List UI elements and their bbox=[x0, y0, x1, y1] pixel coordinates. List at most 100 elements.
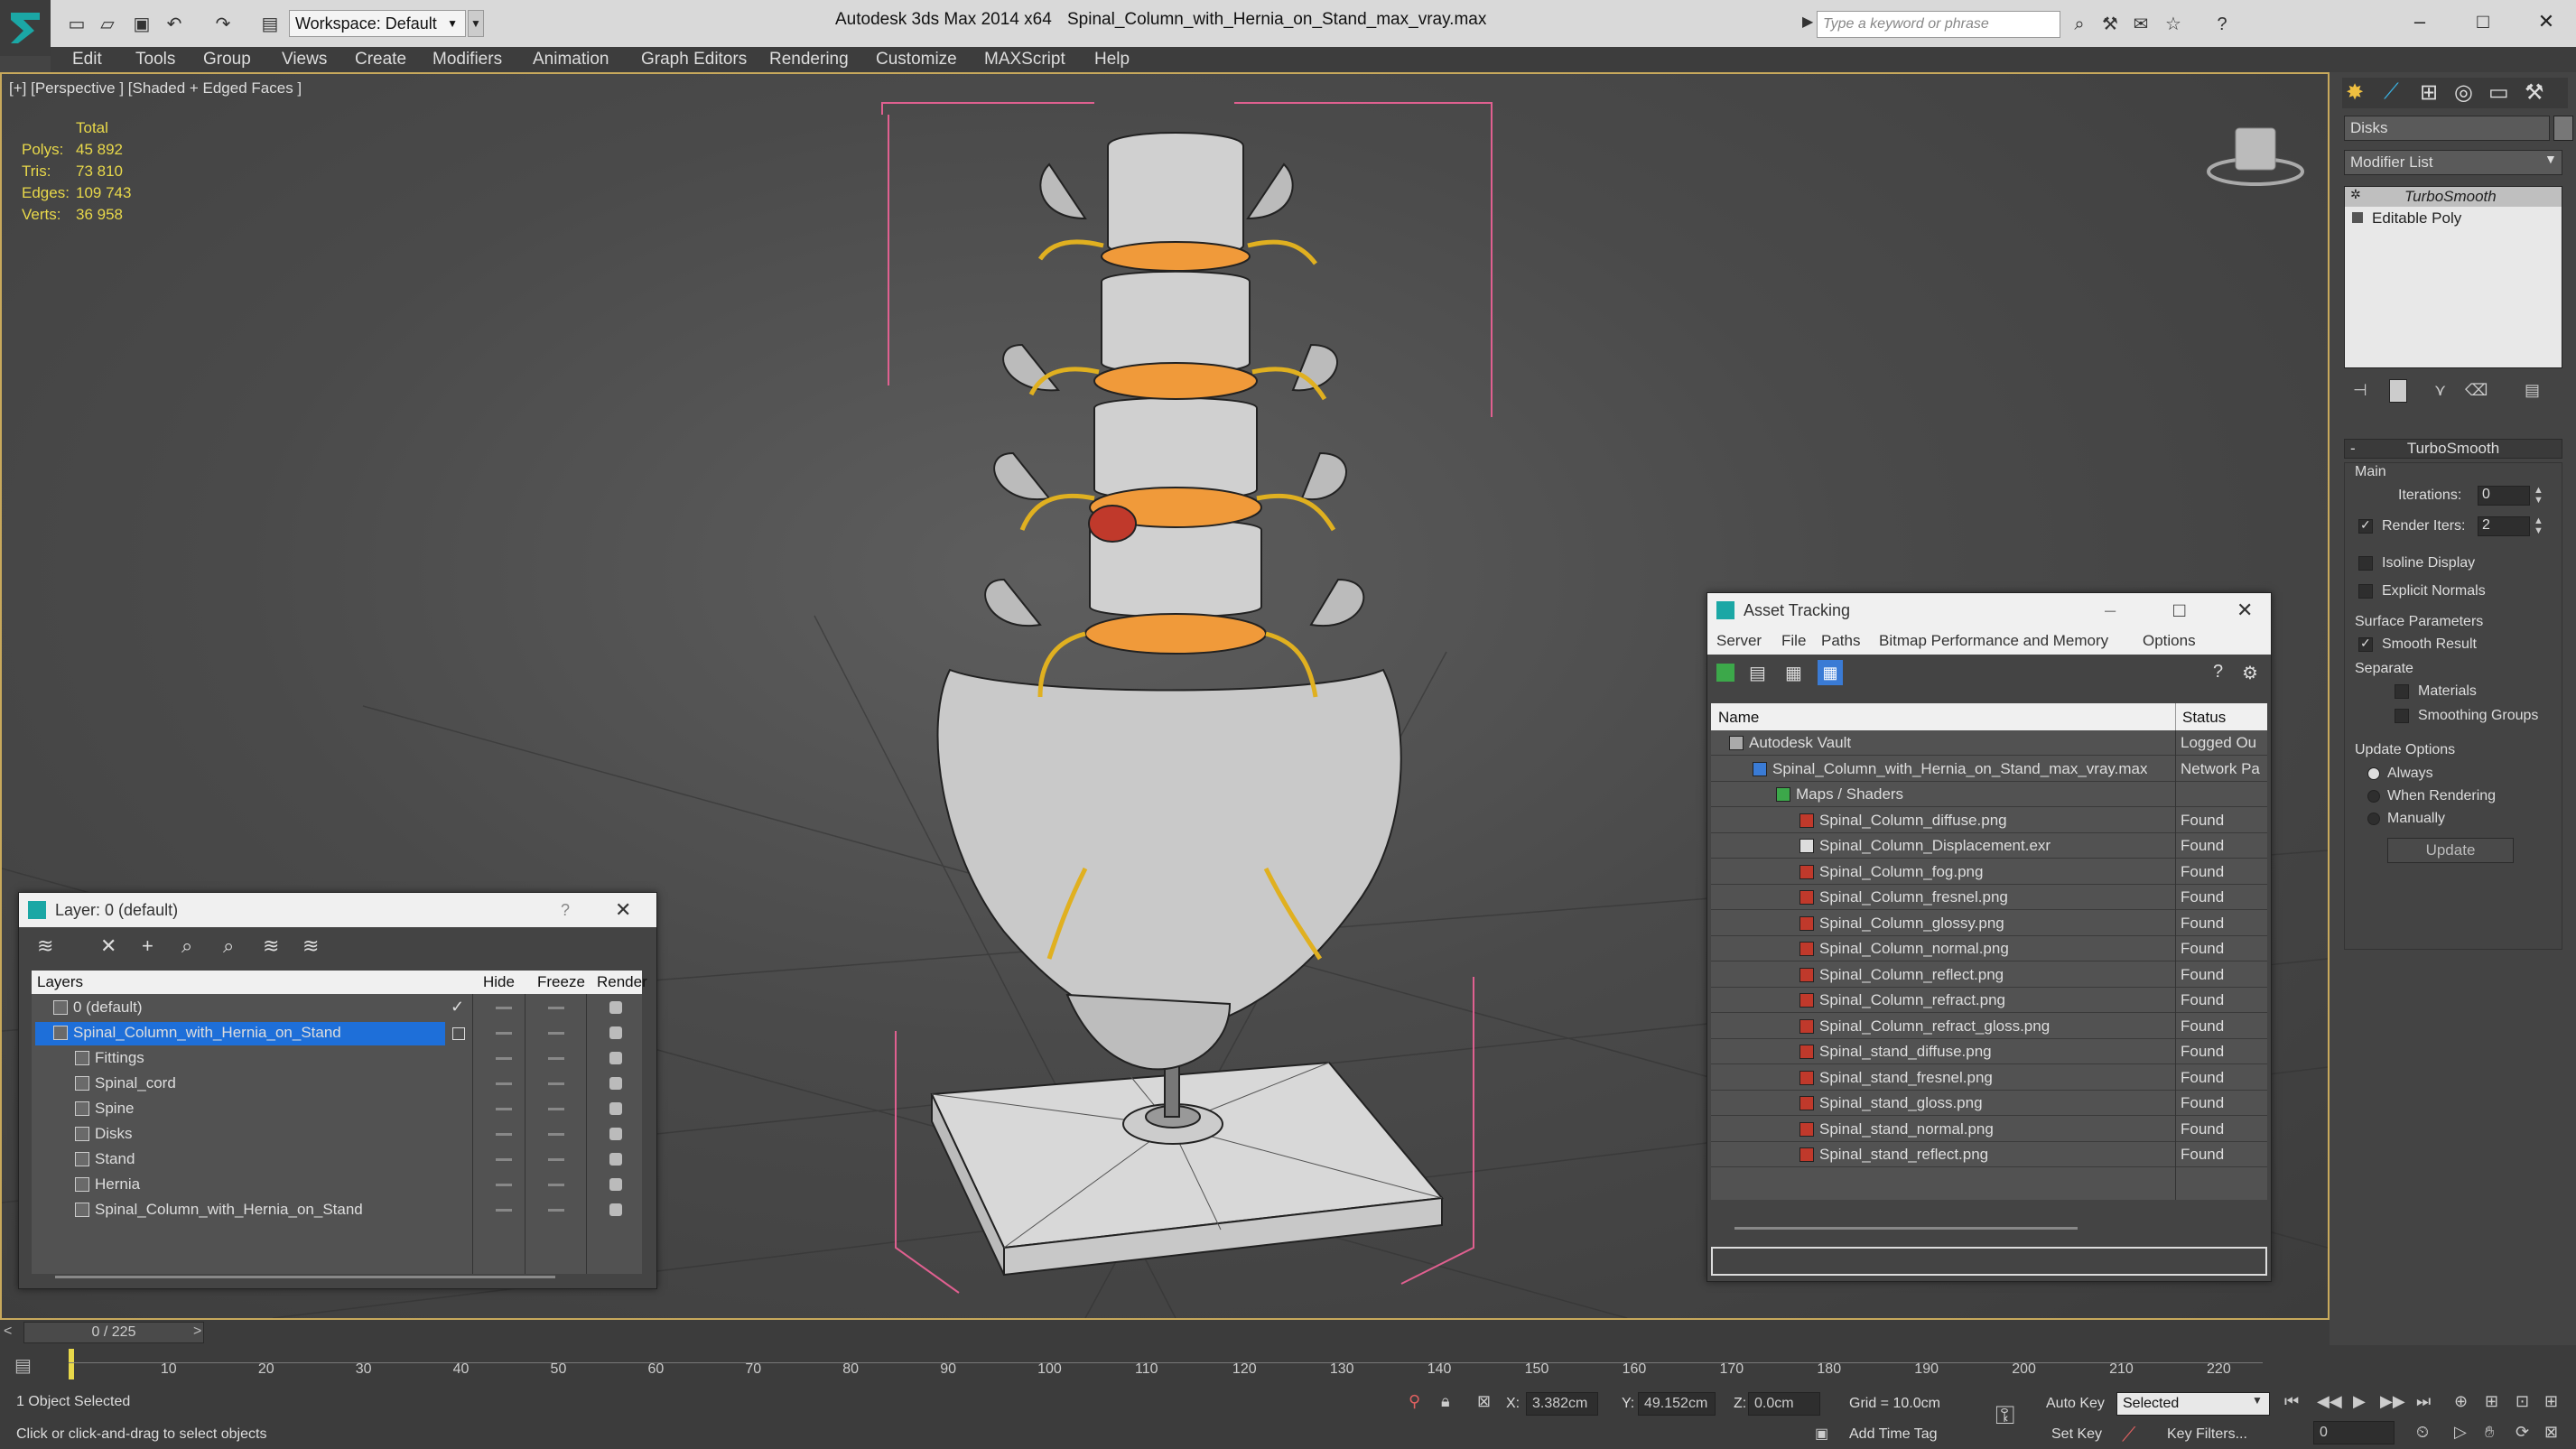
key-filters-button[interactable]: Key Filters... bbox=[2167, 1426, 2247, 1443]
absolute-mode-icon[interactable]: ⊠ bbox=[1477, 1392, 1491, 1411]
asset-path-field[interactable] bbox=[1711, 1247, 2267, 1276]
asset-row[interactable]: Spinal_Column_normal.png Found bbox=[1711, 936, 2267, 961]
next-frame-icon[interactable]: ▶▶ bbox=[2380, 1392, 2405, 1411]
hide-toggle[interactable] bbox=[496, 1209, 512, 1212]
menu-edit[interactable]: Edit bbox=[72, 47, 102, 72]
col-status[interactable]: Status bbox=[2182, 709, 2226, 727]
object-name-field[interactable]: Disks bbox=[2344, 116, 2550, 141]
layer-row[interactable]: Stand bbox=[32, 1147, 642, 1173]
asset-maximize-button[interactable]: □ bbox=[2173, 593, 2185, 627]
layer-row[interactable]: Spinal_cord bbox=[32, 1072, 642, 1097]
asset-row[interactable]: Spinal_Column_diffuse.png Found bbox=[1711, 808, 2267, 833]
field-of-view-icon[interactable]: ▷ bbox=[2454, 1423, 2467, 1442]
app-logo-icon[interactable] bbox=[0, 0, 51, 56]
asset-row[interactable]: Maps / Shaders bbox=[1711, 782, 2267, 807]
subscription-icon[interactable]: ⚒ bbox=[2098, 13, 2122, 36]
menu-create[interactable]: Create bbox=[355, 47, 406, 72]
refresh-icon[interactable] bbox=[1716, 664, 1734, 682]
asset-menu-bitmap-performance[interactable]: Bitmap Performance and Memory bbox=[1879, 632, 2108, 650]
freeze-toggle[interactable] bbox=[548, 1082, 564, 1085]
asset-help-icon[interactable]: ? bbox=[2213, 662, 2223, 683]
help-icon[interactable]: ? bbox=[2210, 13, 2234, 36]
render-toggle-icon[interactable] bbox=[609, 1203, 622, 1216]
thumbnail-view-icon[interactable]: ▦ bbox=[1785, 662, 1802, 684]
menu-maxscript[interactable]: MAXScript bbox=[984, 47, 1065, 72]
asset-row[interactable]: Spinal_Column_Displacement.exr Found bbox=[1711, 833, 2267, 859]
close-button[interactable]: ✕ bbox=[2528, 5, 2564, 38]
col-render[interactable]: Render bbox=[597, 973, 647, 991]
asset-settings-icon[interactable]: ⚙ bbox=[2242, 662, 2258, 684]
show-end-result-icon[interactable] bbox=[2389, 379, 2407, 403]
open-file-icon[interactable]: ▱ bbox=[96, 13, 119, 36]
asset-row[interactable]: Spinal_Column_refract.png Found bbox=[1711, 988, 2267, 1013]
undo-icon[interactable]: ↶ bbox=[163, 13, 186, 36]
x-coordinate-field[interactable]: 3.382cm bbox=[1526, 1392, 1598, 1416]
z-coordinate-field[interactable]: 0.0cm bbox=[1748, 1392, 1820, 1416]
maximize-viewport-icon[interactable]: ⊠ bbox=[2544, 1423, 2558, 1442]
col-layers[interactable]: Layers bbox=[37, 973, 83, 991]
go-to-end-icon[interactable]: ⏭ bbox=[2416, 1392, 2431, 1411]
project-folder-icon[interactable]: ▤ bbox=[258, 13, 282, 36]
layer-dialog-titlebar[interactable]: Layer: 0 (default) ? ✕ bbox=[19, 893, 656, 927]
zoom-extents-selected-icon[interactable]: ⊡ bbox=[2516, 1392, 2529, 1411]
make-unique-icon[interactable]: ⋎ bbox=[2434, 381, 2446, 400]
freeze-toggle[interactable] bbox=[548, 1057, 564, 1060]
smooth-result-checkbox[interactable]: ✓ bbox=[2358, 636, 2373, 652]
asset-h-scrollbar[interactable] bbox=[1734, 1227, 2078, 1230]
current-frame-field[interactable]: 0 bbox=[2313, 1421, 2395, 1444]
y-coordinate-field[interactable]: 49.152cm bbox=[1638, 1392, 1716, 1416]
manually-radio[interactable] bbox=[2367, 813, 2380, 825]
pan-icon[interactable]: ✋︎ bbox=[2485, 1423, 2494, 1442]
hide-toggle[interactable] bbox=[496, 1057, 512, 1060]
freeze-toggle[interactable] bbox=[548, 1007, 564, 1009]
asset-row[interactable]: Spinal_stand_reflect.png Found bbox=[1711, 1142, 2267, 1167]
redo-icon[interactable]: ↷ bbox=[211, 13, 235, 36]
minimize-button[interactable]: – bbox=[2402, 5, 2438, 38]
add-time-tag-button[interactable]: Add Time Tag bbox=[1849, 1426, 1938, 1443]
stack-item-editable-poly[interactable]: Editable Poly bbox=[2345, 209, 2562, 228]
search-expand-icon[interactable]: ▶ bbox=[1802, 13, 1813, 31]
menu-modifiers[interactable]: Modifiers bbox=[432, 47, 502, 72]
menu-graph-editors[interactable]: Graph Editors bbox=[641, 47, 747, 72]
time-slider[interactable]: < 0 / 225 > bbox=[0, 1320, 2330, 1345]
materials-checkbox[interactable] bbox=[2395, 684, 2409, 699]
iterations-spinner[interactable]: 0 bbox=[2478, 486, 2530, 506]
set-active-layer-box[interactable] bbox=[452, 1027, 465, 1040]
asset-row[interactable]: Spinal_Column_reflect.png Found bbox=[1711, 962, 2267, 988]
render-iters-spinner[interactable]: 2 bbox=[2478, 516, 2530, 536]
time-config-icon[interactable]: ⏲ bbox=[2416, 1423, 2429, 1442]
time-prev-icon[interactable]: < bbox=[4, 1324, 12, 1340]
render-toggle-icon[interactable] bbox=[609, 1153, 622, 1166]
layer-row-selected[interactable]: Spinal_Column_with_Hernia_on_Stand bbox=[32, 1021, 642, 1046]
freeze-toggle[interactable] bbox=[548, 1158, 564, 1161]
asset-close-button[interactable]: ✕ bbox=[2237, 593, 2253, 627]
freeze-toggle[interactable] bbox=[548, 1209, 564, 1212]
asset-row[interactable]: Spinal_Column_glossy.png Found bbox=[1711, 911, 2267, 936]
favorites-icon[interactable]: ☆ bbox=[2162, 13, 2185, 36]
utilities-tab-icon[interactable]: ⚒ bbox=[2525, 79, 2544, 106]
list-view-icon[interactable]: ▤ bbox=[1749, 662, 1766, 684]
hide-toggle[interactable] bbox=[496, 1133, 512, 1136]
menu-group[interactable]: Group bbox=[203, 47, 251, 72]
highlight-layer-icon[interactable]: ⌕ bbox=[223, 934, 234, 958]
remove-modifier-icon[interactable]: ⌫ bbox=[2465, 381, 2488, 400]
display-tab-icon[interactable]: ▭ bbox=[2488, 79, 2509, 106]
freeze-toggle[interactable] bbox=[548, 1133, 564, 1136]
asset-row[interactable]: Spinal_stand_normal.png Found bbox=[1711, 1117, 2267, 1142]
isoline-display-checkbox[interactable] bbox=[2358, 556, 2373, 571]
table-view-icon[interactable]: ▦ bbox=[1818, 660, 1843, 685]
layer-row[interactable]: Spine bbox=[32, 1097, 642, 1122]
create-tab-icon[interactable]: ✸ bbox=[2346, 79, 2364, 106]
asset-row[interactable]: Spinal_Column_refract_gloss.png Found bbox=[1711, 1014, 2267, 1039]
render-iters-spinner-arrows[interactable]: ▲ ▼ bbox=[2534, 516, 2543, 536]
new-layer-icon[interactable]: ≋ bbox=[37, 934, 53, 958]
workspace-dropdown[interactable]: Workspace: Default ▼ bbox=[289, 10, 466, 37]
menu-views[interactable]: Views bbox=[282, 47, 327, 72]
lightbulb-icon[interactable]: ✲ bbox=[2350, 187, 2361, 202]
active-layer-check-icon[interactable]: ✓ bbox=[451, 998, 464, 1017]
hide-toggle[interactable] bbox=[496, 1108, 512, 1110]
render-toggle-icon[interactable] bbox=[609, 1102, 622, 1115]
modifier-list-dropdown[interactable]: Modifier List bbox=[2344, 150, 2562, 175]
render-iters-checkbox[interactable]: ✓ bbox=[2358, 517, 2373, 534]
zoom-extents-icon[interactable]: ⊞ bbox=[2485, 1392, 2498, 1411]
